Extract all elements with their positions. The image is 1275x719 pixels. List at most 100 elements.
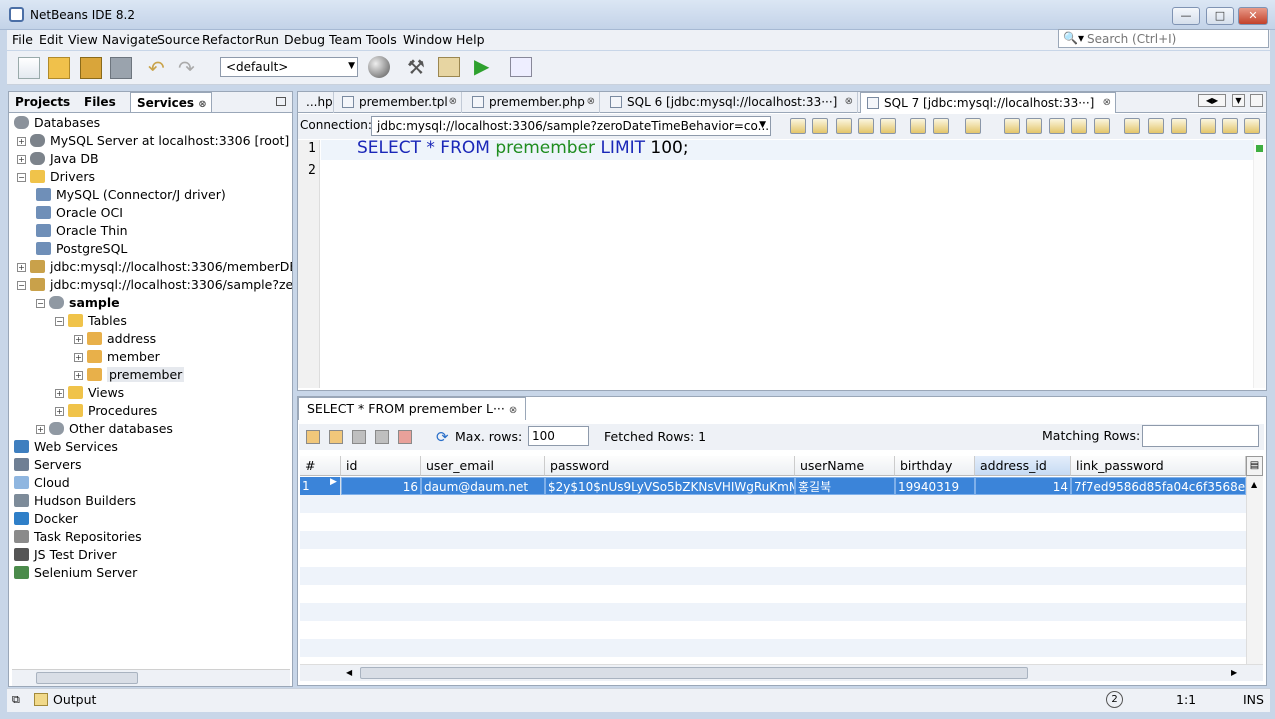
menu-debug[interactable]: Debug bbox=[284, 32, 325, 47]
expand-icon[interactable]: + bbox=[17, 137, 26, 146]
history-icon[interactable] bbox=[858, 118, 874, 134]
tree-node[interactable]: + address bbox=[74, 330, 156, 348]
truncate-table-icon[interactable] bbox=[398, 430, 412, 444]
tree-node[interactable]: PostgreSQL bbox=[36, 240, 127, 258]
column-header[interactable]: birthday bbox=[895, 456, 975, 476]
tree-node[interactable]: + Java DB bbox=[17, 150, 99, 168]
scroll-right-icon[interactable]: ▶ bbox=[1231, 668, 1237, 677]
table-cell[interactable]: 14 bbox=[975, 477, 1071, 495]
collapse-icon[interactable]: − bbox=[36, 299, 45, 308]
insert-record-icon[interactable] bbox=[306, 430, 320, 444]
run-statement-icon[interactable] bbox=[812, 118, 828, 134]
menu-navigate[interactable]: Navigate bbox=[102, 32, 158, 47]
matching-rows-input[interactable] bbox=[1142, 425, 1259, 447]
table-cell[interactable]: $2y$10$nUs9LyVSo5bZKNsVHIWgRuKmM,... bbox=[545, 477, 795, 495]
tree-node[interactable]: Servers bbox=[14, 456, 82, 474]
scroll-thumb[interactable] bbox=[36, 672, 138, 684]
max-rows-input[interactable]: 100 bbox=[528, 426, 589, 446]
column-header[interactable]: # bbox=[300, 456, 341, 476]
tree-node[interactable]: − Drivers bbox=[17, 168, 95, 186]
tree-node[interactable]: − Tables bbox=[55, 312, 127, 330]
find-icon[interactable] bbox=[1026, 118, 1042, 134]
prev-bookmark-icon[interactable] bbox=[1148, 118, 1164, 134]
tab-projects[interactable]: Projects bbox=[15, 92, 70, 112]
notifications-icon[interactable]: 2 bbox=[1106, 691, 1123, 708]
shift-right-icon[interactable] bbox=[1244, 118, 1260, 134]
connection-select[interactable]: jdbc:mysql://localhost:3306/sample?zeroD… bbox=[371, 116, 771, 136]
menu-window[interactable]: Window bbox=[403, 32, 452, 47]
save-all-icon[interactable] bbox=[110, 57, 132, 79]
minimize-panel-icon[interactable] bbox=[276, 97, 286, 106]
browser-globe-icon[interactable] bbox=[368, 56, 390, 78]
expand-icon[interactable]: + bbox=[17, 263, 26, 272]
menu-refactor[interactable]: Refactor bbox=[202, 32, 254, 47]
tree-node[interactable]: MySQL (Connector/J driver) bbox=[36, 186, 226, 204]
delete-record-icon[interactable] bbox=[329, 430, 343, 444]
tree-node[interactable]: + Views bbox=[55, 384, 124, 402]
tree-node[interactable]: − sample bbox=[36, 294, 120, 312]
column-selector-icon[interactable]: ▤ bbox=[1246, 456, 1263, 476]
minimize-button[interactable]: — bbox=[1172, 7, 1200, 25]
expand-icon[interactable]: + bbox=[17, 155, 26, 164]
menu-file[interactable]: File bbox=[12, 32, 33, 47]
tree-node[interactable]: JS Test Driver bbox=[14, 546, 117, 564]
close-tab-icon[interactable]: ⊗ bbox=[1103, 97, 1111, 108]
table-cell[interactable]: 홍길북 bbox=[795, 477, 895, 495]
tree-node[interactable]: − jdbc:mysql://localhost:3306/sample?zero bbox=[17, 276, 292, 294]
tree-node[interactable]: + jdbc:mysql://localhost:3306/memberDB?a bbox=[17, 258, 292, 276]
close-tab-icon[interactable]: ⊗ bbox=[198, 99, 206, 110]
close-tab-icon[interactable]: ⊗ bbox=[449, 96, 457, 107]
menu-help[interactable]: Help bbox=[456, 32, 485, 47]
scroll-up-icon[interactable]: ▲ bbox=[1251, 480, 1257, 489]
column-header[interactable]: address_id bbox=[975, 456, 1071, 476]
close-tab-icon[interactable]: ⊗ bbox=[845, 96, 853, 107]
next-icon[interactable] bbox=[965, 118, 981, 134]
configuration-select[interactable]: <default> ▼ bbox=[220, 57, 358, 77]
column-header[interactable]: userName bbox=[795, 456, 895, 476]
sql-code-line[interactable]: SELECT * FROM premember LIMIT 100; bbox=[357, 138, 689, 158]
shift-left-icon[interactable] bbox=[1222, 118, 1238, 134]
restore-window-icon[interactable]: ⧉ bbox=[12, 693, 20, 707]
expand-icon[interactable]: + bbox=[55, 389, 64, 398]
show-opened-documents-button[interactable]: ▼ bbox=[1232, 94, 1245, 107]
table-cell[interactable]: daum@daum.net bbox=[421, 477, 545, 495]
refresh-icon[interactable]: ⟳ bbox=[436, 428, 449, 446]
menu-source[interactable]: Source bbox=[157, 32, 200, 47]
table-cell[interactable]: 7f7ed9586d85fa04c6f3568eef6bb bbox=[1071, 477, 1246, 495]
column-header[interactable]: user_email bbox=[421, 456, 545, 476]
tab-services[interactable]: Services ⊗ bbox=[130, 92, 212, 112]
toggle-bookmark-icon[interactable] bbox=[1200, 118, 1216, 134]
new-file-icon[interactable] bbox=[18, 57, 40, 79]
scroll-thumb[interactable] bbox=[360, 667, 1028, 679]
debug-icon[interactable] bbox=[510, 57, 532, 77]
tree-node[interactable]: Hudson Builders bbox=[14, 492, 136, 510]
editor-tab[interactable]: SQL 7 [jdbc:mysql://localhost:33···] ⊗ bbox=[860, 92, 1116, 113]
stop-icon[interactable] bbox=[1004, 118, 1020, 134]
expand-icon[interactable]: + bbox=[74, 353, 83, 362]
editor-tab[interactable]: premember.tpl ⊗ bbox=[336, 92, 462, 113]
editor-tab[interactable]: SQL 6 [jdbc:mysql://localhost:33···] ⊗ bbox=[604, 92, 858, 113]
tab-files[interactable]: Files bbox=[84, 92, 116, 112]
new-project-icon[interactable] bbox=[48, 57, 70, 79]
search-box[interactable]: 🔍▾ bbox=[1058, 29, 1269, 48]
cancel-edits-icon[interactable] bbox=[375, 430, 389, 444]
table-row[interactable]: 1 16 daum@daum.net $2y$10$nUs9LyVSo5bZKNsVH… bbox=[300, 477, 1246, 495]
tree-node[interactable]: Oracle Thin bbox=[36, 222, 128, 240]
open-project-icon[interactable] bbox=[80, 57, 102, 79]
recall-icon[interactable] bbox=[910, 118, 926, 134]
table-cell[interactable]: 19940319 bbox=[895, 477, 975, 495]
editor-tab[interactable]: premember.php ⊗ bbox=[466, 92, 600, 113]
horizontal-scrollbar[interactable] bbox=[12, 669, 290, 686]
find-prev-icon[interactable] bbox=[1049, 118, 1065, 134]
menu-edit[interactable]: Edit bbox=[39, 32, 63, 47]
collapse-icon[interactable]: − bbox=[17, 173, 26, 182]
close-tab-icon[interactable]: ⊗ bbox=[509, 405, 517, 416]
tree-node[interactable]: Selenium Server bbox=[14, 564, 137, 582]
menu-run[interactable]: Run bbox=[255, 32, 279, 47]
next-bookmark-icon[interactable] bbox=[1171, 118, 1187, 134]
column-header[interactable]: link_password bbox=[1071, 456, 1246, 476]
menu-team[interactable]: Team bbox=[329, 32, 362, 47]
tree-node[interactable]: + Other databases bbox=[36, 420, 173, 438]
run-sql-icon[interactable] bbox=[790, 118, 806, 134]
explain-icon[interactable] bbox=[836, 118, 852, 134]
